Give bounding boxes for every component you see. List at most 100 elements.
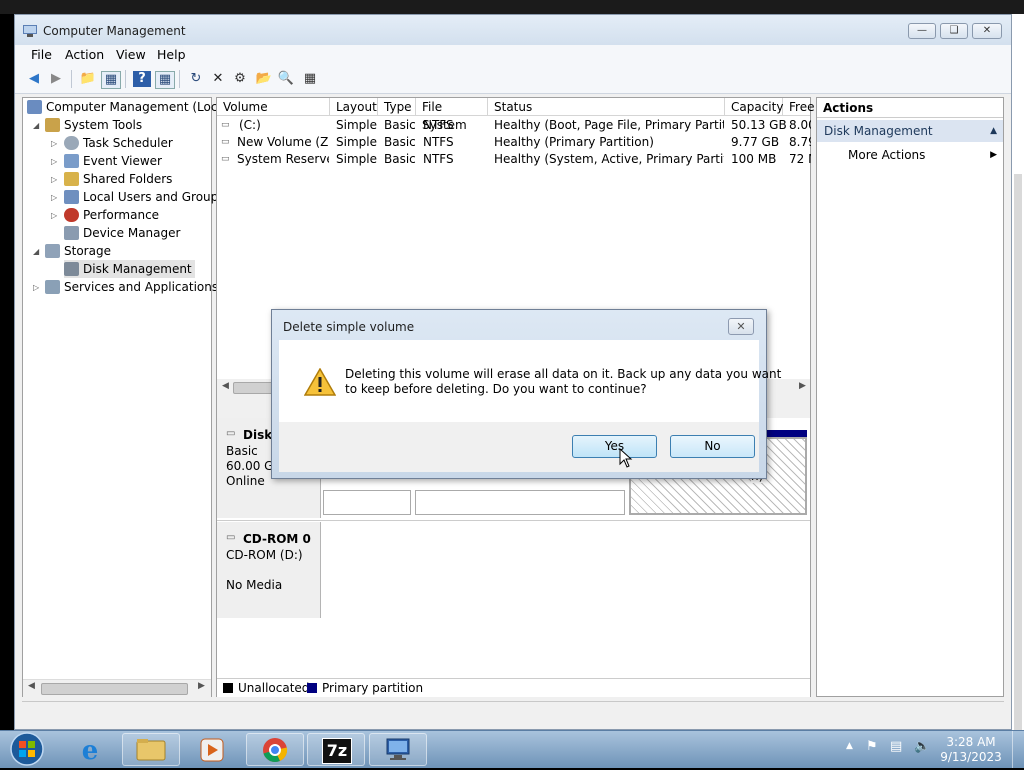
show-hide-tree-icon[interactable]: ▦ bbox=[101, 71, 121, 89]
back-icon[interactable]: ◀ bbox=[25, 71, 43, 87]
host-title-strip bbox=[0, 0, 1024, 14]
internet-explorer-icon[interactable]: e bbox=[60, 733, 118, 766]
close-button[interactable]: ✕ bbox=[972, 23, 1002, 39]
scroll-left-icon[interactable]: ◀ bbox=[28, 681, 35, 691]
partition-c[interactable] bbox=[415, 490, 625, 515]
tree-item-shared-folders[interactable]: Shared Folders bbox=[64, 170, 172, 188]
actions-section-disk-management[interactable]: Disk Management ▲ bbox=[817, 120, 1003, 142]
cdrom-drive: CD-ROM (D:) bbox=[226, 548, 303, 562]
tree-horizontal-scrollbar[interactable]: ◀ ▶ bbox=[23, 679, 211, 697]
system-clock[interactable]: 3:28 AM 9/13/2023 bbox=[936, 735, 1006, 765]
column-header-layout[interactable]: Layout bbox=[330, 98, 378, 116]
legend-unallocated-label: Unallocated bbox=[238, 681, 310, 695]
up-folder-icon[interactable]: 📁 bbox=[79, 71, 97, 87]
cdrom-label[interactable]: ▭ CD-ROM 0 CD-ROM (D:) No Media bbox=[217, 522, 321, 618]
expand-arrow-icon[interactable]: ◢ bbox=[33, 247, 39, 256]
expand-arrow-icon[interactable]: ◢ bbox=[33, 121, 39, 130]
menu-action[interactable]: Action bbox=[65, 47, 104, 62]
tree-item-storage[interactable]: Storage bbox=[45, 242, 111, 260]
taskbar: e 7z ▲ ⚑ ▤ 🔈 3:28 AM 9/13/2023 bbox=[0, 730, 1024, 768]
collapse-up-icon[interactable]: ▲ bbox=[990, 120, 997, 142]
legend-primary-swatch bbox=[307, 683, 317, 693]
column-header-type[interactable]: Type bbox=[378, 98, 416, 116]
partition-system-reserved[interactable] bbox=[323, 490, 411, 515]
volume-icon: ▭ bbox=[221, 120, 230, 130]
maximize-button[interactable]: ❑ bbox=[940, 23, 968, 39]
collapsed-arrow-icon[interactable]: ▷ bbox=[51, 139, 57, 148]
collapsed-arrow-icon[interactable]: ▷ bbox=[51, 175, 57, 184]
column-header-volume[interactable]: Volume bbox=[217, 98, 330, 116]
tree-item-event-viewer[interactable]: Event Viewer bbox=[64, 152, 162, 170]
volume-capacity: 9.77 GB bbox=[731, 135, 780, 149]
status-bar bbox=[22, 701, 1004, 724]
open-icon[interactable]: 📂 bbox=[255, 71, 273, 87]
yes-button[interactable]: Yes bbox=[572, 435, 657, 458]
help-icon[interactable]: ? bbox=[133, 71, 151, 87]
minimize-button[interactable]: — bbox=[908, 23, 936, 39]
chrome-icon[interactable] bbox=[246, 733, 304, 766]
forward-icon[interactable]: ▶ bbox=[47, 71, 65, 87]
menu-help[interactable]: Help bbox=[157, 47, 186, 62]
navigation-tree: Computer Management (Local ◢ System Tool… bbox=[22, 97, 228, 697]
search-icon[interactable]: 🔍 bbox=[277, 71, 295, 87]
disk-management-icon bbox=[64, 262, 79, 276]
remote-desktop-icon[interactable] bbox=[369, 733, 427, 766]
tree-item-task-scheduler[interactable]: Task Scheduler bbox=[64, 134, 173, 152]
title-bar[interactable]: Computer Management — ❑ ✕ bbox=[15, 15, 1011, 45]
dialog-title: Delete simple volume bbox=[283, 320, 415, 334]
no-button[interactable]: No bbox=[670, 435, 755, 458]
more-actions-item[interactable]: More Actions ▶ bbox=[817, 144, 1003, 166]
volume-status: Healthy (Primary Partition) bbox=[494, 135, 654, 149]
volume-icon: ▭ bbox=[221, 137, 230, 147]
collapsed-arrow-icon[interactable]: ▷ bbox=[51, 157, 57, 166]
column-header-file-system[interactable]: File System bbox=[416, 98, 488, 132]
show-hidden-icons-icon[interactable]: ▲ bbox=[846, 741, 853, 751]
menu-view[interactable]: View bbox=[116, 47, 146, 62]
volume-type: Basic bbox=[384, 118, 416, 132]
7zip-icon[interactable]: 7z bbox=[307, 733, 365, 766]
refresh-icon[interactable]: ↻ bbox=[187, 71, 205, 87]
scroll-right-icon[interactable]: ▶ bbox=[198, 681, 205, 691]
volume-free: 8.00 bbox=[789, 118, 811, 132]
tree-item-system-tools[interactable]: System Tools bbox=[45, 116, 142, 134]
tree-item-device-manager[interactable]: Device Manager bbox=[64, 224, 180, 242]
media-player-icon[interactable] bbox=[182, 733, 240, 766]
tree-item-local-users[interactable]: Local Users and Groups bbox=[64, 188, 225, 206]
dialog-close-button[interactable]: ✕ bbox=[728, 318, 754, 335]
tree-item-performance[interactable]: Performance bbox=[64, 206, 159, 224]
tree-item-services[interactable]: Services and Applications bbox=[45, 278, 218, 296]
volume-status: Healthy (System, Active, Primary Partiti… bbox=[494, 152, 724, 166]
windows-explorer-icon[interactable] bbox=[122, 733, 180, 766]
menu-file[interactable]: File bbox=[31, 47, 52, 62]
grid-view-icon[interactable]: ▦ bbox=[301, 71, 319, 87]
column-header-free[interactable]: Free bbox=[783, 98, 814, 116]
scroll-thumb[interactable] bbox=[41, 683, 188, 695]
delete-icon[interactable]: ✕ bbox=[209, 71, 227, 87]
properties-icon[interactable]: ⚙ bbox=[231, 71, 249, 87]
submenu-arrow-icon: ▶ bbox=[990, 150, 997, 160]
volume-icon[interactable]: 🔈 bbox=[914, 739, 930, 754]
tree-item-disk-management[interactable]: Disk Management bbox=[64, 260, 195, 278]
windows-start-icon bbox=[10, 732, 44, 766]
volume-layout: Simple bbox=[336, 135, 377, 149]
action-center-icon[interactable]: ⚑ bbox=[866, 739, 878, 754]
start-button[interactable] bbox=[7, 731, 47, 767]
cdrom-media: No Media bbox=[226, 578, 283, 592]
collapsed-arrow-icon[interactable]: ▷ bbox=[51, 193, 57, 202]
scroll-left-icon[interactable]: ◀ bbox=[222, 381, 229, 391]
host-scrollbar[interactable] bbox=[1012, 14, 1024, 734]
column-header-status[interactable]: Status bbox=[488, 98, 725, 116]
tree-root[interactable]: Computer Management (Local bbox=[27, 98, 228, 116]
legend-unallocated-swatch bbox=[223, 683, 233, 693]
show-hide-action-pane-icon[interactable]: ▦ bbox=[155, 71, 175, 89]
show-desktop-button[interactable] bbox=[1012, 731, 1024, 768]
scroll-right-icon[interactable]: ▶ bbox=[799, 381, 806, 391]
performance-icon bbox=[64, 208, 79, 222]
cdrom-name: CD-ROM 0 bbox=[243, 532, 311, 546]
warning-icon bbox=[304, 368, 336, 396]
close-icon: ✕ bbox=[982, 25, 992, 36]
column-header-capacity[interactable]: Capacity bbox=[725, 98, 783, 116]
collapsed-arrow-icon[interactable]: ▷ bbox=[33, 283, 39, 292]
network-icon[interactable]: ▤ bbox=[890, 739, 902, 754]
collapsed-arrow-icon[interactable]: ▷ bbox=[51, 211, 57, 220]
